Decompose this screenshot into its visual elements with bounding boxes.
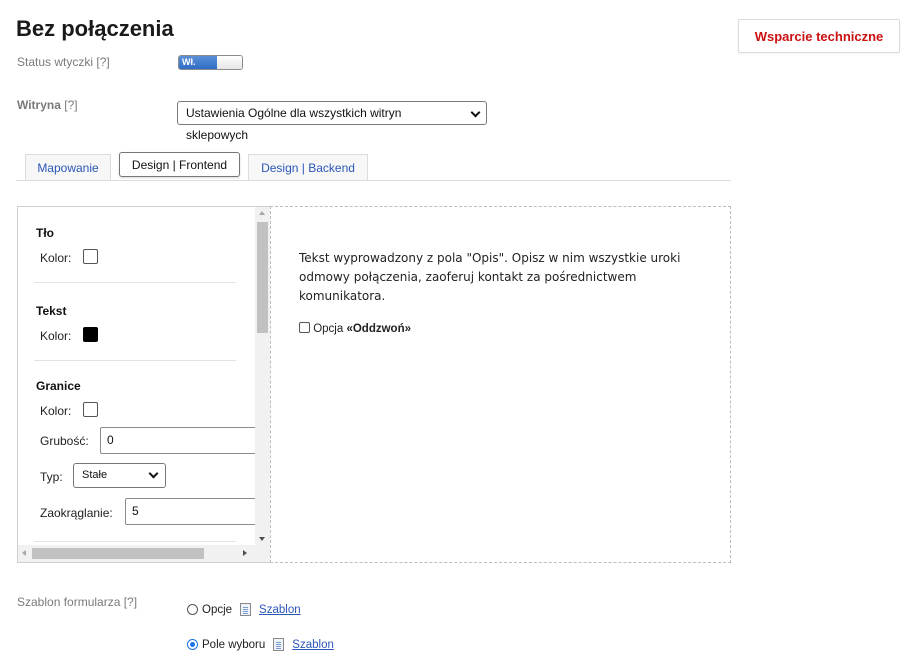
border-radius-input[interactable]: 5	[125, 498, 265, 525]
border-color-label: Kolor:	[40, 404, 72, 418]
horizontal-scroll-thumb[interactable]	[32, 548, 204, 559]
callback-checkbox[interactable]	[299, 322, 310, 333]
horizontal-scrollbar[interactable]	[18, 545, 270, 562]
border-thickness-label: Grubość:	[40, 434, 89, 448]
site-label-main: Witryna	[17, 98, 61, 112]
tab-mapping[interactable]: Mapowanie	[25, 154, 111, 180]
document-icon	[240, 603, 252, 616]
scroll-up-icon[interactable]	[259, 211, 265, 215]
checkbox-template-link[interactable]: Szablon	[292, 639, 334, 651]
callback-option-bold: «Oddzwoń»	[346, 323, 411, 335]
border-type-select[interactable]: Stałe	[73, 463, 166, 488]
background-section-title: Tło	[36, 226, 54, 240]
checkbox-radio-label: Pole wyboru	[202, 638, 266, 651]
site-label: Witryna [?]	[17, 98, 78, 112]
border-radius-label: Zaokrąglanie:	[40, 506, 113, 520]
chevron-down-icon	[148, 468, 159, 479]
vertical-scroll-thumb[interactable]	[257, 222, 268, 333]
site-select[interactable]: Ustawienia Ogólne dla wszystkich witryn …	[177, 101, 487, 142]
callback-option[interactable]: Opcja «Oddzwoń»	[299, 322, 411, 335]
divider	[34, 541, 236, 542]
scroll-down-icon[interactable]	[259, 537, 265, 541]
design-settings-panel: Tło Kolor: Tekst Kolor: Granice Kolor: G…	[17, 206, 271, 563]
divider	[34, 282, 236, 283]
chevron-down-icon	[470, 107, 481, 118]
preview-description: Tekst wyprowadzony z pola "Opis". Opisz …	[299, 251, 681, 303]
form-template-label: Szablon formularza [?]	[17, 595, 138, 609]
options-radio[interactable]	[187, 604, 198, 615]
text-color-swatch[interactable]	[83, 327, 98, 342]
border-thickness-input[interactable]: 0	[100, 427, 260, 454]
border-type-label: Typ:	[40, 470, 63, 484]
background-color-swatch[interactable]	[83, 249, 98, 264]
border-section-title: Granice	[36, 379, 81, 393]
plugin-status-label: Status wtyczki [?]	[17, 55, 110, 69]
form-template-option-options[interactable]: Opcje Szablon	[187, 603, 301, 616]
plugin-status-toggle[interactable]: Wł.	[178, 55, 243, 70]
options-template-link[interactable]: Szablon	[259, 604, 301, 616]
tab-design-backend[interactable]: Design | Backend	[248, 154, 368, 180]
form-template-option-checkbox[interactable]: Pole wyboru Szablon	[187, 638, 334, 651]
text-section-title: Tekst	[36, 304, 67, 318]
scroll-right-icon[interactable]	[243, 550, 247, 556]
support-button[interactable]: Wsparcie techniczne	[738, 19, 900, 53]
scroll-left-icon[interactable]	[22, 550, 26, 556]
callback-option-prefix: Opcja	[313, 323, 344, 335]
options-radio-label: Opcje	[202, 603, 233, 616]
site-help-link[interactable]: [?]	[64, 98, 77, 112]
checkbox-radio[interactable]	[187, 639, 198, 650]
border-color-swatch[interactable]	[83, 402, 98, 417]
vertical-scrollbar[interactable]	[255, 207, 270, 545]
text-color-label: Kolor:	[40, 329, 72, 343]
document-icon	[273, 638, 285, 651]
tabs-divider	[16, 180, 731, 181]
divider	[34, 360, 236, 361]
background-color-label: Kolor:	[40, 251, 72, 265]
site-select-value: Ustawienia Ogólne dla wszystkich witryn …	[186, 106, 402, 142]
toggle-on-text: Wł.	[179, 56, 217, 69]
page-title: Bez połączenia	[16, 16, 174, 41]
tab-design-frontend[interactable]: Design | Frontend	[119, 152, 240, 177]
border-type-value: Stałe	[82, 469, 108, 481]
toggle-knob	[217, 56, 242, 69]
preview-panel: Tekst wyprowadzony z pola "Opis". Opisz …	[270, 206, 731, 563]
